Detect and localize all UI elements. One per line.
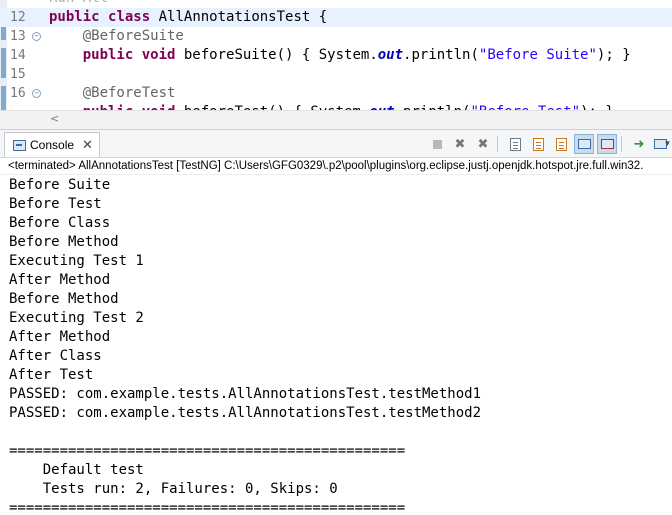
code-line[interactable]: 12 public class AllAnnotationsTest { — [0, 8, 672, 27]
fold-collapse-icon[interactable]: − — [32, 89, 41, 98]
word-wrap-icon[interactable] — [551, 134, 571, 154]
code-text: @BeforeSuite — [49, 27, 184, 46]
code-line[interactable]: Run All — [0, 0, 672, 8]
line-number: 14 — [10, 48, 26, 63]
code-text: public void beforeSuite() { System.out.p… — [49, 46, 631, 65]
console-output-line: Before Test — [9, 196, 102, 212]
console-output[interactable]: Before Suite Before Test Before Class Befor… — [0, 176, 672, 515]
tab-console[interactable]: Console ✕ — [4, 132, 100, 157]
console-output-line: Executing Test 1 — [9, 253, 144, 269]
console-output-line: Before Method — [9, 234, 119, 250]
code-line[interactable]: 14 public void beforeSuite() { System.ou… — [0, 46, 672, 65]
code-line[interactable]: 16− @BeforeTest — [0, 84, 672, 103]
code-text: public class AllAnnotationsTest { — [49, 8, 327, 27]
terminate-icon[interactable] — [427, 134, 447, 154]
console-output-line: ========================================… — [9, 443, 406, 459]
code-line[interactable]: public void beforeTest() { System.out.pr… — [0, 103, 672, 110]
tab-console-label: Console — [30, 138, 75, 152]
console-output-line: After Method — [9, 329, 111, 345]
code-token: AllAnnotationsTest { — [150, 9, 328, 25]
scroll-left-arrow-icon[interactable]: < — [50, 112, 59, 125]
close-icon[interactable]: ✕ — [82, 138, 93, 151]
console-view-header: Console ✕ ✖ ✖ ➜ ▾ — [0, 129, 672, 158]
line-number: 12 — [10, 10, 26, 25]
code-text: @BeforeTest — [49, 84, 176, 103]
console-output-line: After Method — [9, 272, 111, 288]
code-line[interactable]: 15 — [0, 65, 672, 84]
console-output-line: Tests run: 2, Failures: 0, Skips: 0 — [9, 481, 338, 497]
code-text: public void beforeTest() { System.out.pr… — [49, 103, 614, 110]
console-output-line: Default test — [9, 462, 144, 478]
code-editor[interactable]: Run All 12 public class AllAnnotationsTest… — [0, 0, 672, 110]
code-token: void — [141, 47, 176, 63]
code-token: @BeforeSuite — [82, 28, 184, 44]
console-launch-status: <terminated> AllAnnotationsTest [TestNG]… — [0, 157, 672, 175]
console-output-line: Executing Test 2 — [9, 310, 144, 326]
line-number: 15 — [10, 67, 26, 82]
show-on-stdout-icon[interactable] — [574, 134, 594, 154]
code-token: "Before Suite" — [478, 47, 597, 63]
console-output-line: PASSED: com.example.tests.AllAnnotations… — [9, 405, 482, 421]
console-output-line: ========================================… — [9, 500, 406, 515]
code-token: public — [49, 9, 100, 25]
code-token: Run All — [49, 0, 108, 6]
pin-console-icon[interactable]: ➜ — [629, 134, 649, 154]
console-icon — [13, 139, 26, 151]
console-output-line: Before Method — [9, 291, 119, 307]
code-token: @BeforeTest — [82, 85, 176, 101]
fold-collapse-icon[interactable]: − — [32, 32, 41, 41]
code-token: ); } — [596, 47, 631, 63]
toolbar-separator — [497, 136, 498, 152]
console-output-line: After Test — [9, 367, 94, 383]
editor-horizontal-scrollbar[interactable]: < — [0, 110, 672, 129]
remove-launch-icon[interactable]: ✖ — [450, 134, 470, 154]
display-selected-console-icon[interactable]: ▾ — [652, 134, 672, 154]
code-token: public — [82, 47, 134, 63]
code-token: class — [108, 9, 151, 25]
code-token: .println( — [403, 47, 479, 63]
remove-all-terminated-icon[interactable]: ✖ — [473, 134, 493, 154]
code-text: Run All — [49, 0, 108, 8]
console-output-line: Before Class — [9, 215, 111, 231]
console-output-line: PASSED: com.example.tests.AllAnnotations… — [9, 386, 482, 402]
console-output-line: After Class — [9, 348, 102, 364]
code-line[interactable]: 13− @BeforeSuite — [0, 27, 672, 46]
code-token: out — [377, 47, 404, 63]
console-toolbar: ✖ ✖ ➜ ▾ — [424, 133, 672, 155]
show-on-stderr-icon[interactable] — [597, 134, 617, 154]
toolbar-separator — [621, 136, 622, 152]
console-output-line: Before Suite — [9, 177, 111, 193]
code-token: beforeSuite() { System. — [175, 47, 378, 63]
clear-console-icon[interactable] — [505, 134, 525, 154]
scroll-lock-icon[interactable] — [528, 134, 548, 154]
